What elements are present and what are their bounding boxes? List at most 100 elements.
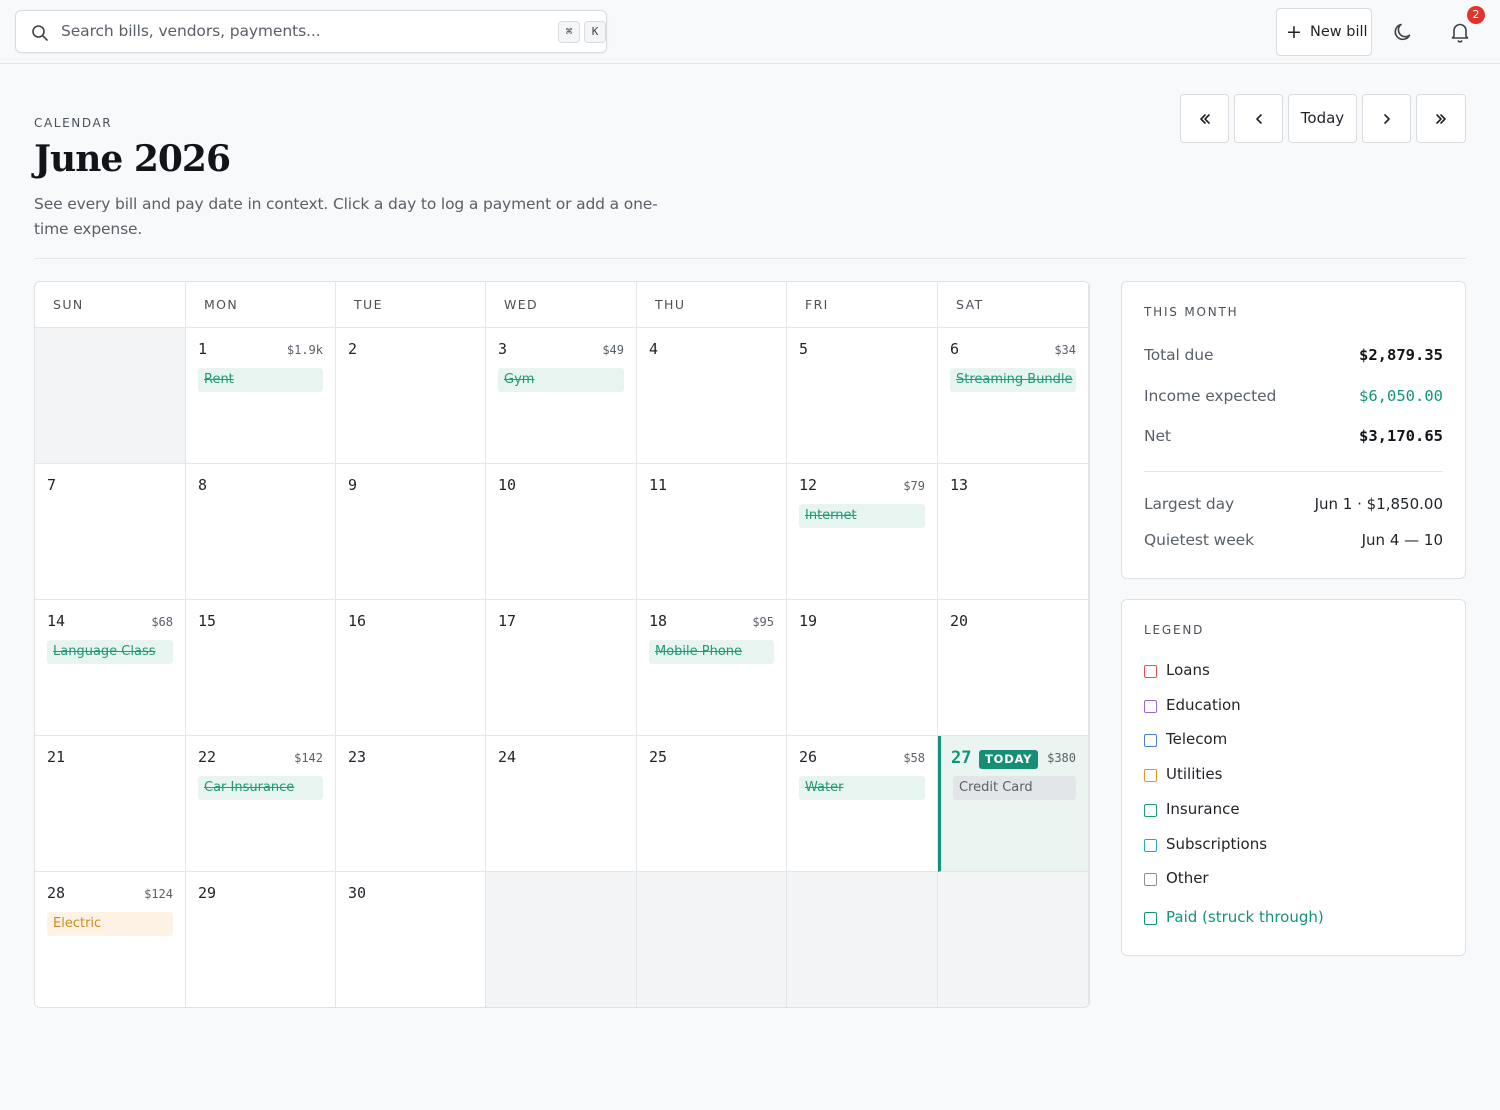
weekday-header: SAT (938, 282, 1089, 328)
plus-icon: + (1286, 21, 1302, 43)
day-cell[interactable]: 24 (486, 736, 637, 872)
quietest-week-value: Jun 4 — 10 (1361, 531, 1443, 549)
day-cell[interactable]: 11 (637, 464, 787, 600)
day-cell[interactable]: 4 (637, 328, 787, 464)
empty-day-cell (637, 872, 787, 1007)
bill-chip[interactable]: Mobile Phone (649, 640, 774, 664)
bill-chip[interactable]: Water (799, 776, 925, 800)
day-cell[interactable]: 13 (938, 464, 1089, 600)
day-cell[interactable]: 30 (336, 872, 486, 1007)
day-number: 7 (47, 476, 57, 494)
day-cell[interactable]: 17 (486, 600, 637, 736)
previous-month-button[interactable] (1234, 94, 1283, 143)
weekday-header: FRI (787, 282, 938, 328)
new-bill-button[interactable]: + New bill (1276, 8, 1372, 56)
bill-chip[interactable]: Internet (799, 504, 925, 528)
weekday-header: TUE (336, 282, 486, 328)
day-cell[interactable]: 14 $68 Language Class (35, 600, 186, 736)
day-cell[interactable]: 21 (35, 736, 186, 872)
legend-swatch (1144, 803, 1157, 817)
day-number: 9 (348, 476, 358, 494)
day-number: 5 (799, 340, 809, 358)
day-number: 13 (950, 476, 969, 494)
income-value: $6,050.00 (1359, 387, 1443, 405)
day-cell[interactable]: 18 $95 Mobile Phone (637, 600, 787, 736)
day-number: 24 (498, 748, 517, 766)
day-number: 17 (498, 612, 517, 630)
day-cell[interactable]: 2 (336, 328, 486, 464)
total-due-value: $2,879.35 (1359, 346, 1443, 364)
day-amount: $124 (144, 887, 173, 901)
day-cell[interactable]: 5 (787, 328, 938, 464)
day-number: 28 (47, 884, 66, 902)
day-cell[interactable]: 15 (186, 600, 336, 736)
day-number: 20 (950, 612, 969, 630)
day-cell[interactable]: 26 $58 Water (787, 736, 938, 872)
day-cell[interactable]: 22 $142 Car Insurance (186, 736, 336, 872)
today-button[interactable]: Today (1288, 94, 1357, 143)
day-cell[interactable]: 29 (186, 872, 336, 1007)
day-cell[interactable]: 28 $124 Electric (35, 872, 186, 1007)
legend-title: LEGEND (1144, 623, 1205, 637)
summary-divider (1144, 471, 1443, 472)
bill-chip[interactable]: Gym (498, 368, 624, 392)
search-input[interactable]: Search bills, vendors, payments... (61, 22, 321, 40)
day-cell[interactable]: 10 (486, 464, 637, 600)
day-cell[interactable]: 23 (336, 736, 486, 872)
double-chevron-right-icon (1436, 113, 1446, 124)
paid-swatch (1144, 912, 1157, 925)
day-cell[interactable]: 27 TODAY $380 Credit Card (938, 736, 1089, 872)
legend-swatch (1144, 699, 1157, 713)
legend-swatch (1144, 873, 1157, 887)
day-cell[interactable]: 12 $79 Internet (787, 464, 938, 600)
bill-chip[interactable]: Rent (198, 368, 323, 392)
calendar-grid: SUN MON TUE WED THU FRI SAT 1 $1.9k Rent 2 3 $49 Gym 4… (34, 281, 1090, 1008)
day-cell[interactable]: 3 $49 Gym (486, 328, 637, 464)
day-cell[interactable]: 7 (35, 464, 186, 600)
income-label: Income expected (1144, 387, 1277, 405)
bill-chip[interactable]: Car Insurance (198, 776, 323, 800)
bill-chip[interactable]: Credit Card (953, 776, 1076, 800)
page-title: June 2026 (34, 138, 231, 180)
notification-badge: 2 (1467, 6, 1485, 24)
today-badge: TODAY (979, 750, 1039, 769)
next-month-button[interactable] (1362, 94, 1411, 143)
day-number: 10 (498, 476, 517, 494)
shortcut-key-cmd: ⌘ (558, 21, 580, 43)
empty-day-cell (486, 872, 637, 1007)
weekday-header: MON (186, 282, 336, 328)
day-cell[interactable]: 1 $1.9k Rent (186, 328, 336, 464)
bill-chip[interactable]: Language Class (47, 640, 173, 664)
day-number: 8 (198, 476, 208, 494)
day-number: 6 (950, 340, 960, 358)
weekday-header: SUN (35, 282, 186, 328)
legend-paid-label: Paid (struck through) (1166, 908, 1324, 926)
legend-label: Utilities (1166, 765, 1223, 784)
page-eyebrow: CALENDAR (34, 116, 113, 130)
net-label: Net (1144, 427, 1171, 445)
day-number: 25 (649, 748, 668, 766)
day-cell[interactable]: 6 $34 Streaming Bundle (938, 328, 1089, 464)
legend-label: Subscriptions (1166, 834, 1268, 853)
previous-year-button[interactable] (1180, 94, 1229, 143)
moon-icon[interactable] (1388, 16, 1420, 48)
bill-chip[interactable]: Electric (47, 912, 173, 936)
day-number: 30 (348, 884, 367, 902)
this-month-panel: THIS MONTH Total due $2,879.35 Income ex… (1121, 281, 1466, 579)
day-cell[interactable]: 19 (787, 600, 938, 736)
day-number: 22 (198, 748, 217, 766)
day-cell[interactable]: 9 (336, 464, 486, 600)
day-amount: $34 (1054, 343, 1076, 357)
day-cell[interactable]: 25 (637, 736, 787, 872)
day-number: 21 (47, 748, 66, 766)
search-box[interactable]: Search bills, vendors, payments... ⌘ K (15, 10, 607, 53)
day-number: 27 (951, 748, 972, 768)
day-cell[interactable]: 8 (186, 464, 336, 600)
day-cell[interactable]: 16 (336, 600, 486, 736)
top-bar: Search bills, vendors, payments... ⌘ K +… (0, 0, 1500, 64)
next-year-button[interactable] (1416, 94, 1466, 143)
bill-chip[interactable]: Streaming Bundle (950, 368, 1076, 392)
day-amount: $95 (752, 615, 774, 629)
quietest-week-label: Quietest week (1144, 531, 1254, 549)
day-cell[interactable]: 20 (938, 600, 1089, 736)
